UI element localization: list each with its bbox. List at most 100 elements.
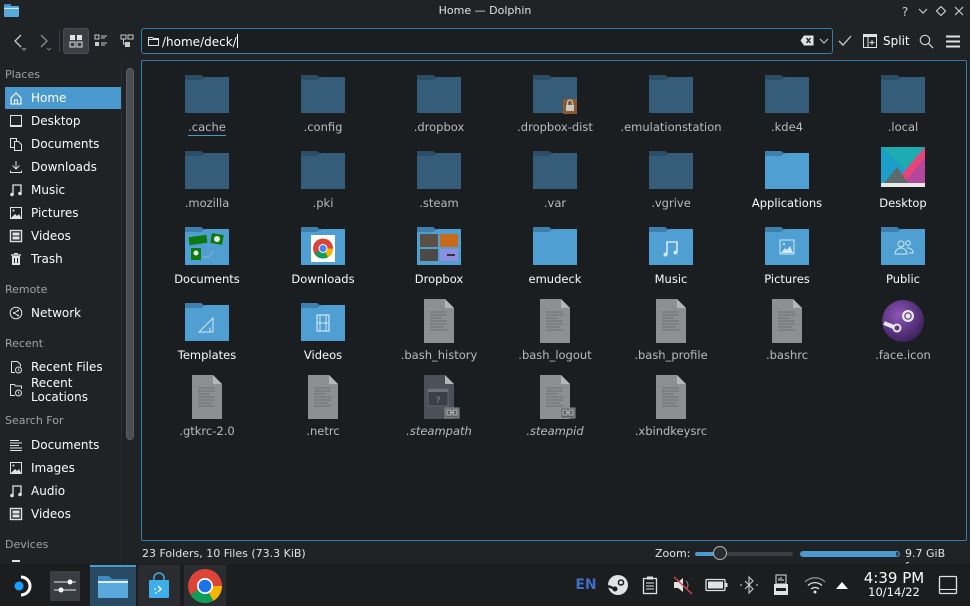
folder-item[interactable]: .pki (265, 137, 381, 210)
sidebar-item-downloads[interactable]: Downloads (5, 156, 121, 178)
sidebar-item-images[interactable]: Images (5, 457, 121, 479)
folder-item[interactable]: .mozilla (149, 137, 265, 210)
forward-button[interactable] (31, 28, 57, 54)
search-videos-icon (9, 507, 23, 521)
steamos-logo-icon (14, 575, 32, 596)
close-button[interactable] (950, 3, 968, 21)
taskbar-settings[interactable] (44, 565, 86, 606)
file-item[interactable]: .bash_history (381, 289, 497, 362)
zoom-slider[interactable] (695, 552, 793, 556)
folder-item[interactable]: .emulationstation (613, 61, 729, 134)
file-item[interactable]: .bash_logout (497, 289, 613, 362)
folder-item[interactable]: Applications (729, 137, 845, 210)
file-item[interactable]: .gtkrc-2.0 (149, 365, 265, 438)
taskbar-steam-menu[interactable] (0, 565, 42, 606)
folder-item[interactable]: Music (613, 213, 729, 286)
clock[interactable]: 4:39 PM 10/14/22 (862, 570, 926, 599)
folder-item[interactable]: .var (497, 137, 613, 210)
file-item[interactable]: .steampid (497, 365, 613, 438)
folder-item[interactable]: Videos (265, 289, 381, 362)
file-item[interactable]: .netrc (265, 365, 381, 438)
taskbar-dolphin[interactable] (90, 565, 136, 606)
sidebar-item-home[interactable]: Home (5, 87, 121, 109)
file-name-text: .bash_profile (634, 348, 708, 362)
details-view-button[interactable] (114, 28, 140, 54)
section-header-search-for: Search For (5, 414, 64, 427)
back-button[interactable] (6, 28, 32, 54)
folder-item[interactable]: .dropbox (381, 61, 497, 134)
folder-item[interactable]: .vgrive (613, 137, 729, 210)
folder-item[interactable]: Dropbox (381, 213, 497, 286)
file-item[interactable]: Desktop (845, 137, 961, 210)
sidebar-item-trash[interactable]: Trash (5, 248, 121, 270)
confirm-location-icon[interactable] (838, 34, 852, 48)
maximize-button[interactable] (932, 3, 950, 21)
panel-divider[interactable] (121, 60, 122, 565)
file-name-text: .steampid (526, 424, 584, 438)
help-button[interactable]: ? (896, 3, 914, 21)
taskbar-discover[interactable] (138, 565, 180, 606)
sidebar-item-label: Videos (31, 229, 71, 243)
tray-clipboard[interactable] (640, 574, 660, 596)
sidebar-item-label: Recent Locations (31, 376, 89, 404)
folder-item[interactable]: .kde4 (729, 61, 845, 134)
file-name-label: emudeck (497, 272, 613, 286)
tray-bluetooth[interactable] (738, 574, 760, 596)
sidebar-item-documents[interactable]: Documents (5, 133, 121, 155)
split-button[interactable]: Split (863, 28, 910, 54)
tray-volume-muted[interactable] (672, 574, 694, 596)
file-item[interactable]: .face.icon (845, 289, 961, 362)
folder-item[interactable]: Downloads (265, 213, 381, 286)
history-dropdown-button[interactable] (819, 33, 829, 52)
sidebar-item-search-videos[interactable]: Videos (5, 503, 121, 525)
clear-text-icon[interactable] (800, 35, 814, 46)
file-view[interactable]: .cache .config .dropbox .dropbox-dist .emula… (141, 60, 967, 541)
folder-item[interactable]: Public (845, 213, 961, 286)
sidebar-item-music[interactable]: Music (5, 179, 121, 201)
hamburger-menu-icon[interactable] (946, 35, 960, 48)
sidebar-item-recent-locations[interactable]: Recent Locations (5, 376, 121, 404)
minimize-button[interactable] (914, 3, 932, 21)
folder-item[interactable]: .local (845, 61, 961, 134)
sidebar-item-desktop[interactable]: Desktop (5, 110, 121, 132)
folder-item[interactable]: Documents (149, 213, 265, 286)
folder-item[interactable]: emudeck (497, 213, 613, 286)
location-path-input[interactable]: /home/deck/ (162, 34, 238, 49)
folder-item[interactable]: .config (265, 61, 381, 134)
file-item[interactable]: .bash_profile (613, 289, 729, 362)
keyboard-layout-indicator[interactable]: EN (575, 574, 596, 596)
file-name-label: .pki (265, 196, 381, 210)
tray-steam[interactable] (606, 574, 630, 596)
sidebar-item-audio[interactable]: Audio (5, 480, 121, 502)
sidebar-item-videos[interactable]: Videos (5, 225, 121, 247)
folder-item[interactable]: Templates (149, 289, 265, 362)
file-item[interactable]: .bashrc (729, 289, 845, 362)
tray-removable-device[interactable] (772, 574, 790, 596)
tray-wifi[interactable] (803, 574, 827, 596)
zoom-slider-handle[interactable] (712, 546, 727, 560)
sidebar-item-network[interactable]: Network (5, 302, 121, 324)
taskbar-chrome[interactable] (184, 565, 226, 606)
folder-hidden-icon (185, 71, 229, 115)
search-icon[interactable] (919, 34, 934, 49)
sidebar-item-search-documents[interactable]: Documents (5, 434, 121, 456)
disk-space-bar[interactable] (800, 551, 900, 557)
location-bar[interactable]: /home/deck/ (141, 28, 833, 54)
file-item[interactable]: .xbindkeysrc (613, 365, 729, 438)
compact-view-button[interactable] (88, 28, 114, 54)
file-name-text: .emulationstation (620, 120, 722, 134)
file-name-label: .kde4 (729, 120, 845, 134)
show-desktop-button[interactable] (936, 574, 960, 596)
folder-item[interactable]: .steam (381, 137, 497, 210)
videos-icon (9, 229, 23, 243)
folder-item[interactable]: .dropbox-dist (497, 61, 613, 134)
sidebar-item-recent-files[interactable]: Recent Files (5, 356, 121, 378)
icons-view-button[interactable] (63, 28, 89, 54)
folder-item[interactable]: .cache (149, 61, 265, 136)
folder-item[interactable]: Pictures (729, 213, 845, 286)
tray-battery[interactable] (705, 574, 729, 596)
sidebar-item-pictures[interactable]: Pictures (5, 202, 121, 224)
sidebar-scrollbar[interactable] (126, 68, 134, 440)
tray-expand-button[interactable] (833, 574, 851, 596)
file-item[interactable]: ? .steampath (381, 365, 497, 438)
